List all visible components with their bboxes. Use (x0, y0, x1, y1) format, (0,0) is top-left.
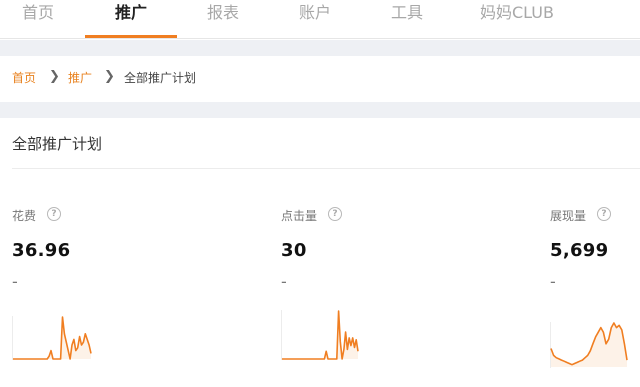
metric-label: 展现量 (550, 209, 587, 223)
plan-overview-panel: 全部推广计划 花费 ? 36.96 - 点击量 ? 30 - 展现量 ? 5,6… (0, 118, 640, 387)
metric-clicks: 点击量 ? 30 - (281, 207, 481, 387)
metric-impressions: 展现量 ? 5,699 - (550, 207, 640, 387)
metric-value: 30 (281, 240, 307, 261)
divider (12, 168, 640, 169)
nav-account[interactable]: 账户 (272, 0, 358, 39)
metric-value: 36.96 (12, 240, 71, 261)
metric-change: - (281, 272, 287, 291)
breadcrumb: 首页 ❯ 推广 ❯ 全部推广计划 (0, 56, 640, 101)
nav-promotion[interactable]: 推广 (85, 0, 177, 39)
help-icon[interactable]: ? (597, 207, 611, 221)
metric-change: - (12, 272, 18, 291)
nav-home[interactable]: 首页 (0, 0, 76, 39)
breadcrumb-promotion[interactable]: 推广 (68, 70, 92, 86)
metric-label: 点击量 (281, 209, 318, 223)
metric-value: 5,699 (550, 240, 609, 261)
metric-label: 花费 (12, 209, 37, 223)
nav-tools[interactable]: 工具 (364, 0, 450, 39)
impressions-sparkline (550, 322, 628, 368)
nav-active-indicator (85, 35, 177, 38)
metric-cost: 花费 ? 36.96 - (12, 207, 212, 387)
panel-title: 全部推广计划 (12, 135, 103, 153)
breadcrumb-current: 全部推广计划 (124, 71, 197, 85)
chevron-right-icon: ❯ (49, 69, 60, 84)
clicks-sparkline (281, 310, 359, 360)
section-gap (0, 40, 640, 56)
nav-mama-club[interactable]: 妈妈CLUB (462, 0, 572, 39)
breadcrumb-home[interactable]: 首页 (12, 70, 36, 86)
section-gap (0, 102, 640, 118)
cost-sparkline (12, 316, 92, 360)
nav-reports[interactable]: 报表 (180, 0, 266, 39)
metric-change: - (550, 272, 556, 291)
help-icon[interactable]: ? (47, 207, 61, 221)
chevron-right-icon: ❯ (104, 69, 115, 84)
top-nav: 首页 推广 报表 账户 工具 妈妈CLUB (0, 0, 640, 39)
help-icon[interactable]: ? (328, 207, 342, 221)
